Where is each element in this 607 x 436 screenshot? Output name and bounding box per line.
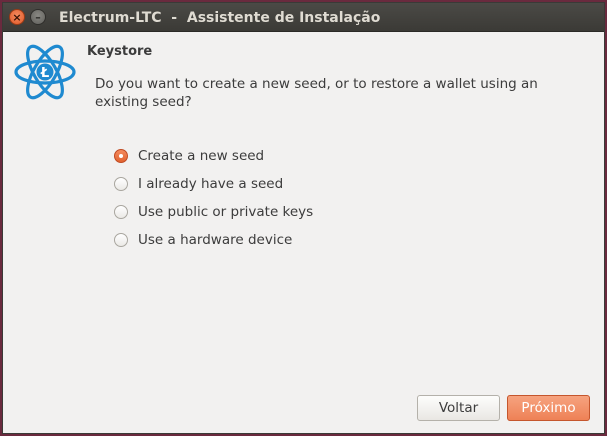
installer-window: × – Electrum-LTC - Assistente de Instala… xyxy=(2,2,605,434)
window-title: Electrum-LTC - Assistente de Instalação xyxy=(59,10,381,26)
minimize-window-button[interactable]: – xyxy=(30,9,46,25)
radio-hardware-device[interactable] xyxy=(114,233,128,247)
close-icon: × xyxy=(12,11,22,24)
radio-public-private-keys[interactable] xyxy=(114,205,128,219)
minimize-icon: – xyxy=(35,11,41,24)
option-label: Use public or private keys xyxy=(138,204,314,220)
option-label: Create a new seed xyxy=(138,148,265,164)
back-button[interactable]: Voltar xyxy=(417,395,500,421)
option-have-seed[interactable]: I already have a seed xyxy=(114,170,313,198)
radio-have-seed[interactable] xyxy=(114,177,128,191)
option-hardware-device[interactable]: Use a hardware device xyxy=(114,226,313,254)
option-label: I already have a seed xyxy=(138,176,284,192)
close-window-button[interactable]: × xyxy=(9,9,25,25)
option-create-new-seed[interactable]: Create a new seed xyxy=(114,142,313,170)
litecoin-glyph: Ł xyxy=(40,66,49,81)
option-label: Use a hardware device xyxy=(138,232,293,248)
option-public-private-keys[interactable]: Use public or private keys xyxy=(114,198,313,226)
electrum-ltc-logo-icon: Ł xyxy=(14,44,76,100)
next-button[interactable]: Próximo xyxy=(507,395,590,421)
page-heading: Keystore xyxy=(87,44,153,59)
radio-create-new-seed[interactable] xyxy=(114,149,128,163)
title-bar[interactable]: × – Electrum-LTC - Assistente de Instala… xyxy=(3,3,604,32)
page-question: Do you want to create a new seed, or to … xyxy=(95,76,538,110)
seed-options-group: Create a new seed I already have a seed … xyxy=(114,142,313,254)
